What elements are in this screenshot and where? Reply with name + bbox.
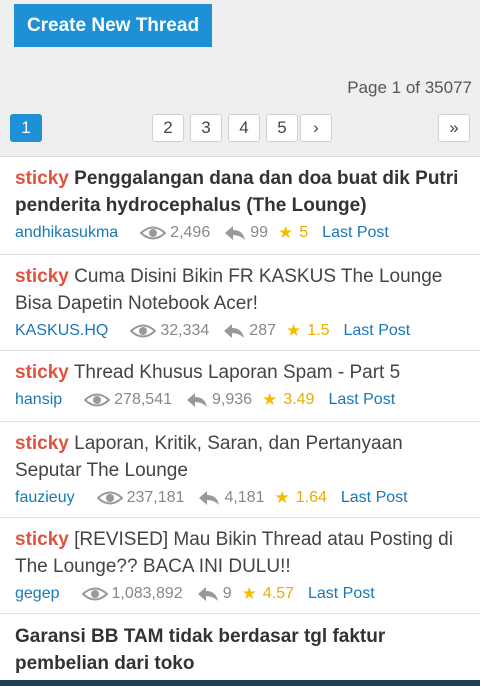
page-button-3[interactable]: 3	[190, 114, 222, 142]
star-icon: ★	[286, 321, 302, 340]
rating-value: 4.57	[262, 585, 294, 602]
replies: 9,936	[186, 391, 252, 409]
eye-icon	[140, 226, 167, 240]
thread-title[interactable]: sticky Laporan, Kritik, Saran, dan Perta…	[15, 430, 465, 484]
top-toolbar: Create New Thread Page 1 of 35077 1 2 3 …	[0, 0, 480, 157]
pagination: 1 2 3 4 5 › »	[0, 114, 480, 142]
rating: ★ 1.64	[274, 488, 326, 508]
thread-title[interactable]: sticky Cuma Disini Bikin FR KASKUS The L…	[15, 263, 465, 317]
thread-title[interactable]: sticky Penggalangan dana dan doa buat di…	[15, 165, 465, 219]
sticky-label: sticky	[15, 362, 69, 383]
views: 2,496	[140, 224, 210, 242]
thread-meta: andhikasukma 2,496 99 ★ 5 Last Post	[15, 221, 465, 245]
thread-title-text[interactable]: Laporan, Kritik, Saran, dan Pertanyaan S…	[15, 433, 403, 481]
eye-icon	[81, 587, 108, 601]
thread-title-text[interactable]: [REVISED] Mau Bikin Thread atau Posting …	[15, 529, 453, 577]
thread-list: sticky Penggalangan dana dan doa buat di…	[0, 157, 480, 684]
rating-value: 1.5	[307, 322, 330, 339]
star-icon: ★	[278, 223, 294, 242]
views: 278,541	[84, 391, 172, 409]
rating: ★ 3.49	[262, 390, 314, 410]
last-page-button[interactable]: »	[438, 114, 470, 142]
replies: 287	[223, 322, 276, 340]
replies-count: 287	[249, 322, 276, 339]
views: 237,181	[96, 489, 185, 507]
thread-meta: KASKUS.HQ 32,334 287 ★ 1.5 Last Post	[15, 319, 465, 343]
thread-meta: hansip 278,541 9,936 ★ 3.49 Last Post	[15, 388, 465, 412]
rating: ★ 1.5	[286, 321, 330, 341]
reply-icon	[225, 226, 246, 240]
replies-count: 99	[250, 224, 269, 241]
thread-row[interactable]: sticky Cuma Disini Bikin FR KASKUS The L…	[0, 255, 480, 351]
thread-title[interactable]: Garansi BB TAM tidak berdasar tgl faktur…	[15, 623, 465, 677]
eye-icon	[84, 393, 111, 407]
bottom-bar	[0, 680, 480, 686]
page-button-2[interactable]: 2	[152, 114, 184, 142]
last-post-link[interactable]: Last Post	[322, 224, 389, 242]
views-count: 2,496	[170, 224, 211, 241]
star-icon: ★	[241, 584, 257, 603]
thread-author[interactable]: hansip	[15, 391, 62, 409]
thread-meta: gegep 1,083,892 9 ★ 4.57 Last Post	[15, 582, 465, 606]
thread-title-text[interactable]: Cuma Disini Bikin FR KASKUS The Lounge B…	[15, 266, 442, 314]
replies: 99	[224, 224, 268, 242]
reply-icon	[197, 587, 218, 601]
sticky-label: sticky	[15, 529, 69, 550]
thread-title[interactable]: sticky Thread Khusus Laporan Spam - Part…	[15, 359, 465, 386]
last-post-link[interactable]: Last Post	[344, 322, 411, 340]
page-button-4[interactable]: 4	[228, 114, 260, 142]
sticky-label: sticky	[15, 266, 69, 287]
eye-icon	[96, 491, 123, 505]
rating-value: 3.49	[283, 391, 315, 408]
thread-title-text[interactable]: Thread Khusus Laporan Spam - Part 5	[74, 362, 400, 383]
thread-author[interactable]: KASKUS.HQ	[15, 322, 108, 340]
star-icon: ★	[262, 390, 278, 409]
rating: ★ 5	[278, 223, 308, 243]
replies-count: 9,936	[212, 391, 253, 408]
thread-row[interactable]: sticky Thread Khusus Laporan Spam - Part…	[0, 351, 480, 422]
create-new-thread-button[interactable]: Create New Thread	[14, 4, 212, 47]
reply-icon	[187, 393, 207, 407]
last-post-link[interactable]: Last Post	[308, 585, 375, 603]
replies: 9	[197, 585, 232, 603]
next-page-button[interactable]: ›	[300, 114, 332, 142]
thread-author[interactable]: fauzieuy	[15, 489, 75, 507]
views: 1,083,892	[81, 585, 183, 603]
replies-count: 4,181	[224, 489, 265, 506]
page-button-5[interactable]: 5	[266, 114, 298, 142]
views: 32,334	[130, 322, 209, 340]
page-info: Page 1 of 35077	[347, 78, 472, 97]
sticky-label: sticky	[15, 433, 69, 454]
views-count: 237,181	[126, 489, 185, 506]
thread-meta: fauzieuy 237,181 4,181 ★ 1.64 Last Post	[15, 486, 465, 510]
thread-row[interactable]: sticky Penggalangan dana dan doa buat di…	[0, 157, 480, 255]
thread-row[interactable]: sticky [REVISED] Mau Bikin Thread atau P…	[0, 518, 480, 614]
rating: ★ 4.57	[242, 584, 294, 604]
replies-count: 9	[222, 585, 232, 602]
reply-icon	[224, 324, 245, 338]
views-count: 1,083,892	[111, 585, 183, 602]
rating-value: 5	[299, 224, 309, 241]
sticky-label: sticky	[15, 168, 69, 189]
eye-icon	[130, 324, 157, 338]
thread-author[interactable]: gegep	[15, 585, 60, 603]
replies: 4,181	[198, 489, 264, 507]
last-post-link[interactable]: Last Post	[341, 489, 408, 507]
thread-author[interactable]: andhikasukma	[15, 224, 118, 242]
reply-icon	[199, 491, 220, 505]
star-icon: ★	[274, 488, 290, 507]
thread-title[interactable]: sticky [REVISED] Mau Bikin Thread atau P…	[15, 526, 465, 580]
thread-row[interactable]: Garansi BB TAM tidak berdasar tgl faktur…	[0, 614, 480, 684]
page-button-1[interactable]: 1	[10, 114, 42, 142]
views-count: 278,541	[114, 391, 172, 408]
thread-title-text[interactable]: Garansi BB TAM tidak berdasar tgl faktur…	[15, 626, 385, 674]
last-post-link[interactable]: Last Post	[328, 391, 395, 409]
thread-title-text[interactable]: Penggalangan dana dan doa buat dik Putri…	[15, 168, 458, 216]
rating-value: 1.64	[295, 489, 327, 506]
views-count: 32,334	[160, 322, 210, 339]
thread-row[interactable]: sticky Laporan, Kritik, Saran, dan Perta…	[0, 422, 480, 518]
